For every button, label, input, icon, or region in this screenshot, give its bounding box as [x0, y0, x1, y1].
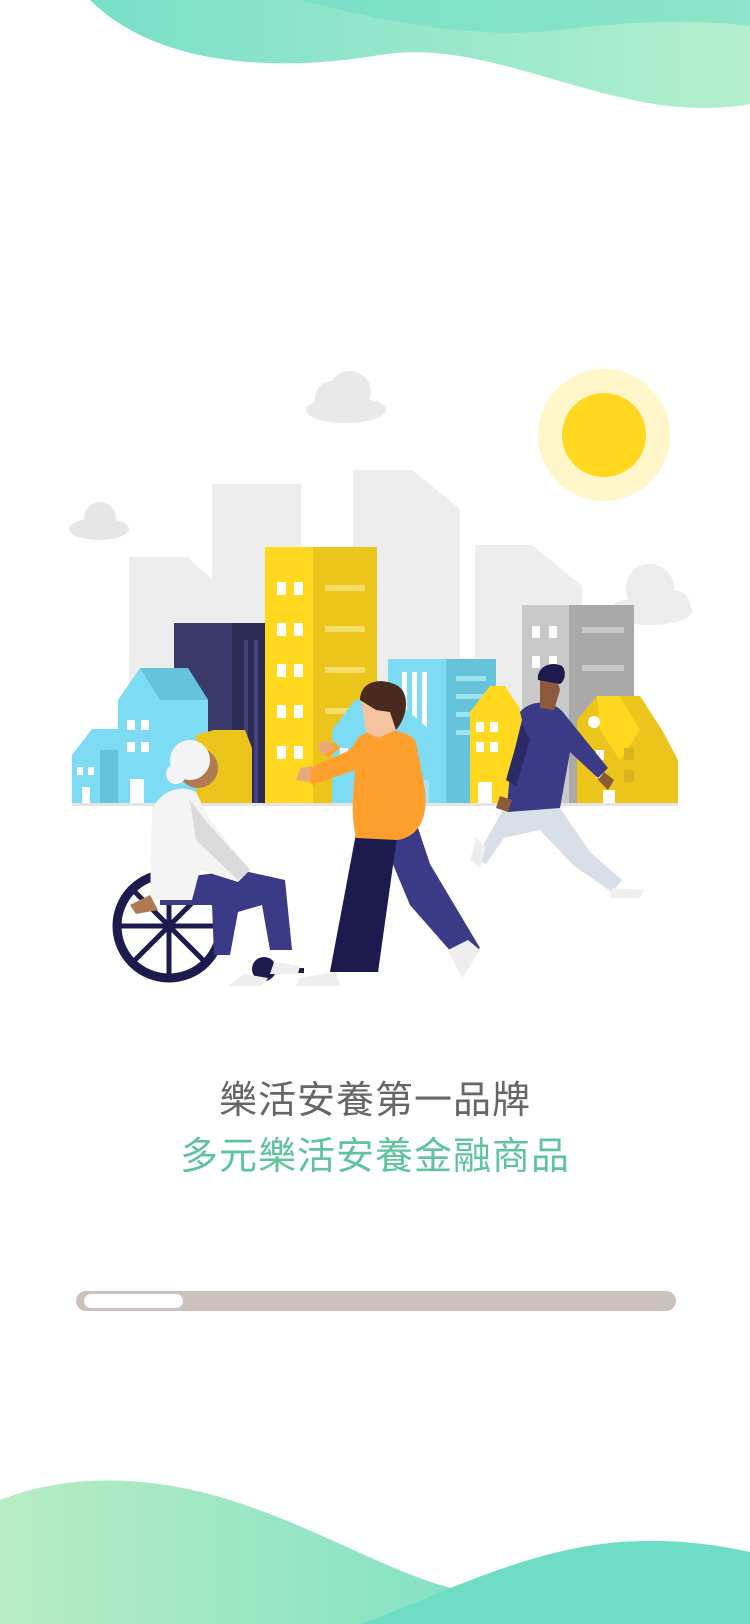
cloud-icon [306, 371, 386, 423]
splash-screen: 樂活安養第一品牌 多元樂活安養金融商品 [0, 0, 750, 1624]
bottom-wave-decoration [0, 1480, 750, 1624]
cloud-icon [69, 502, 129, 540]
headline-text: 樂活安養第一品牌 [218, 1078, 531, 1122]
top-wave-decoration [90, 0, 750, 108]
subline-text: 多元樂活安養金融商品 [179, 1134, 570, 1178]
loading-progress-fill [84, 1294, 183, 1308]
sun-icon [562, 393, 646, 477]
city-people-illustration [69, 369, 692, 986]
loading-progress-bar [76, 1291, 676, 1311]
